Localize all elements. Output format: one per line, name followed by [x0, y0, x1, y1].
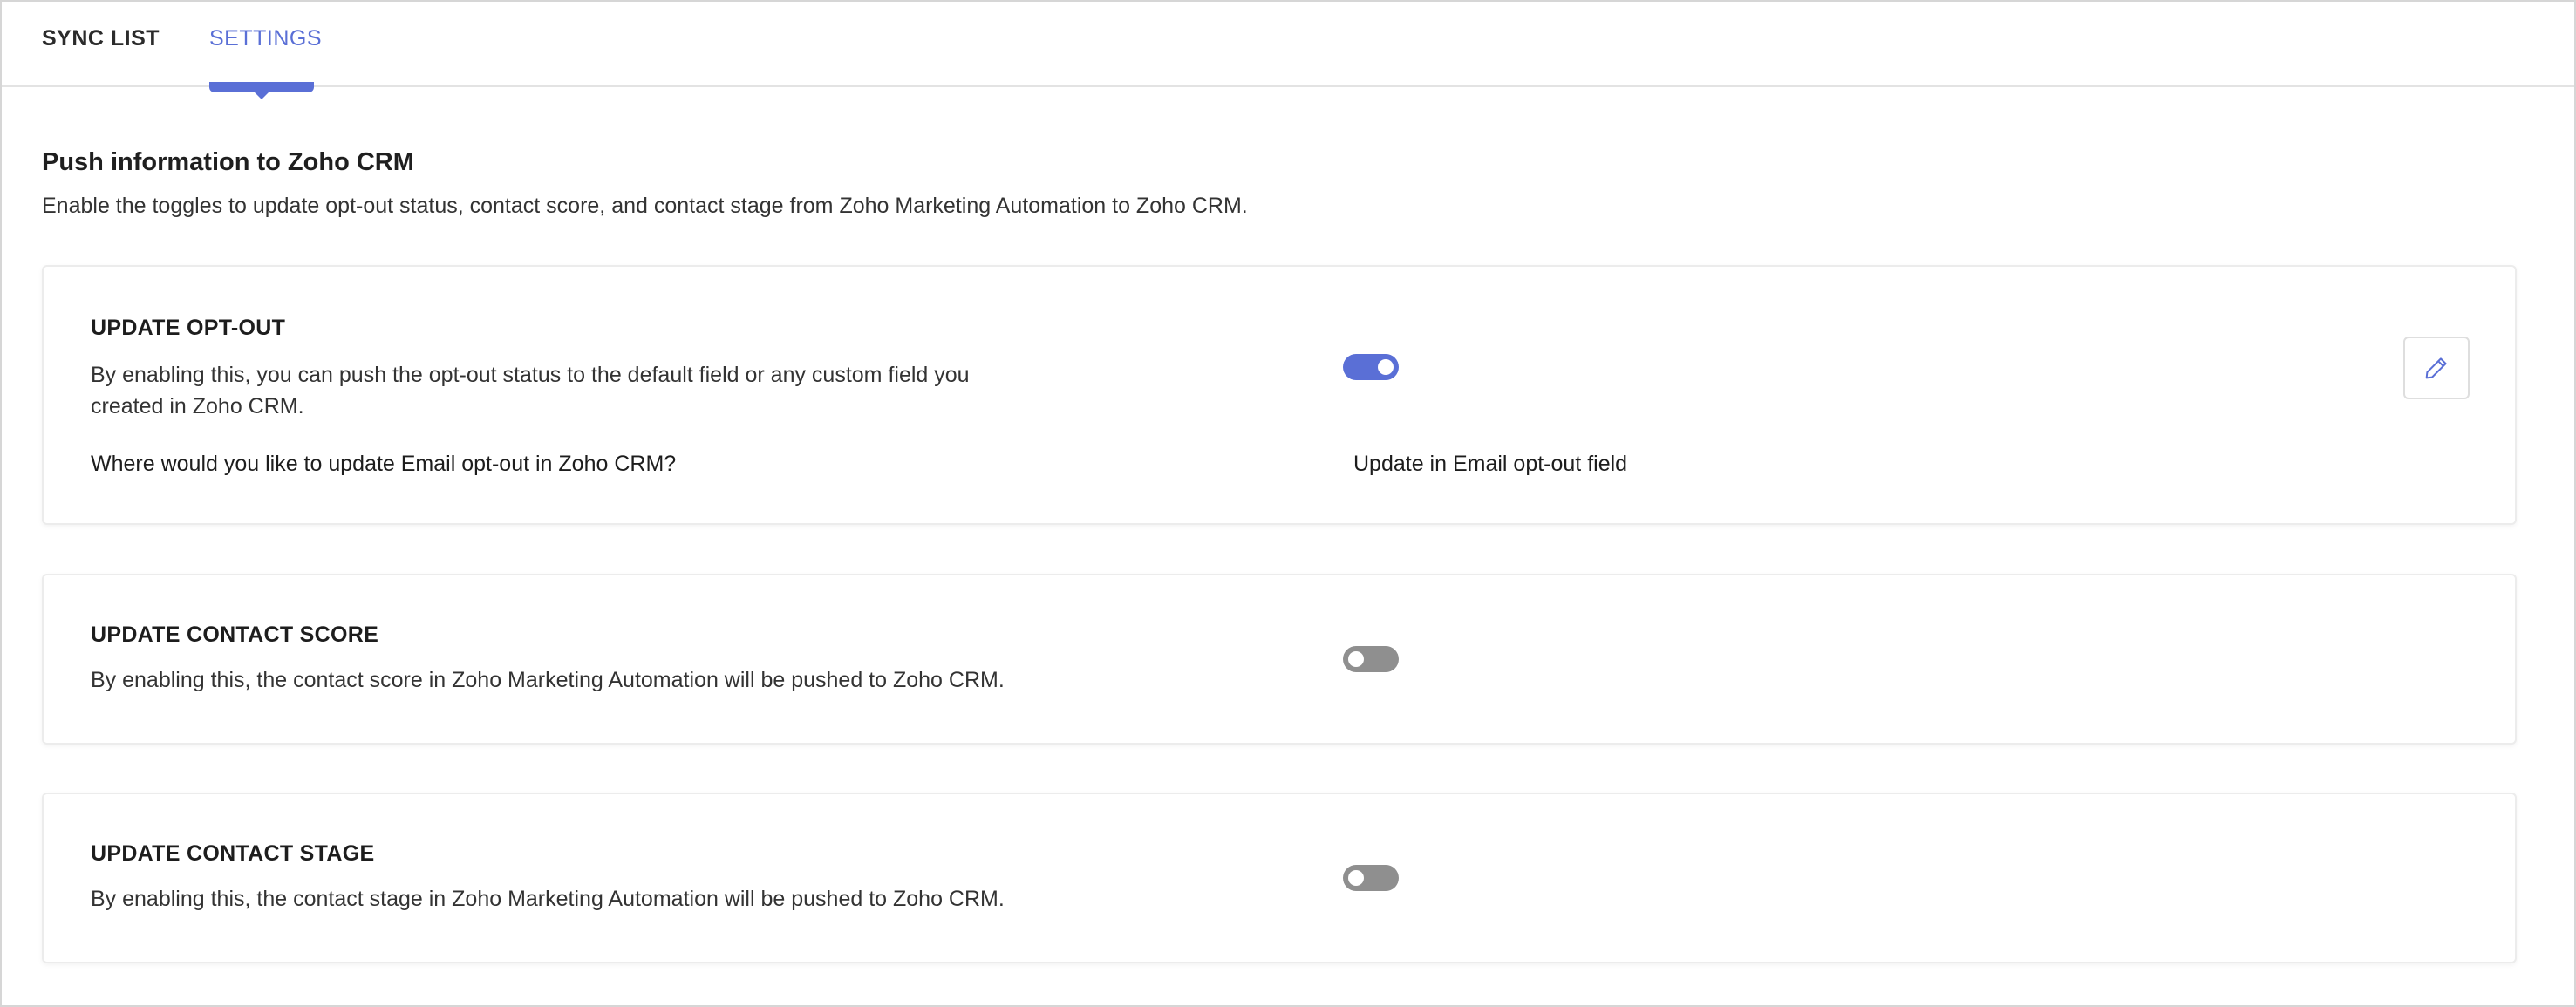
tab-bar: SYNC LIST SETTINGS: [2, 2, 2574, 87]
edit-opt-out-button[interactable]: [2403, 337, 2470, 399]
pencil-icon: [2425, 357, 2447, 379]
opt-out-description: By enabling this, you can push the opt-o…: [91, 363, 970, 418]
contact-score-title: UPDATE CONTACT SCORE: [91, 623, 379, 647]
opt-out-answer: Update in Email opt-out field: [1353, 452, 1628, 476]
section-description: Enable the toggles to update opt-out sta…: [42, 194, 1248, 218]
contact-stage-toggle[interactable]: [1343, 865, 1399, 891]
contact-score-card: UPDATE CONTACT SCORE By enabling this, t…: [42, 574, 2517, 745]
contact-stage-title: UPDATE CONTACT STAGE: [91, 841, 375, 866]
tab-settings[interactable]: SETTINGS: [209, 26, 322, 51]
toggle-knob: [1348, 651, 1364, 667]
active-tab-indicator: [209, 82, 314, 99]
opt-out-question: Where would you like to update Email opt…: [91, 452, 677, 476]
opt-out-title: UPDATE OPT-OUT: [91, 316, 286, 340]
opt-out-toggle[interactable]: [1343, 354, 1399, 380]
contact-stage-card: UPDATE CONTACT STAGE By enabling this, t…: [42, 793, 2517, 963]
toggle-knob: [1348, 870, 1364, 886]
section-title: Push information to Zoho CRM: [42, 148, 414, 176]
settings-panel: SYNC LIST SETTINGS Push information to Z…: [0, 0, 2576, 1007]
toggle-knob: [1378, 359, 1394, 375]
contact-score-description: By enabling this, the contact score in Z…: [91, 668, 1005, 692]
tab-sync-list[interactable]: SYNC LIST: [42, 26, 160, 51]
contact-stage-description: By enabling this, the contact stage in Z…: [91, 887, 1005, 911]
contact-score-toggle[interactable]: [1343, 646, 1399, 672]
opt-out-card: UPDATE OPT-OUT By enabling this, you can…: [42, 265, 2517, 525]
